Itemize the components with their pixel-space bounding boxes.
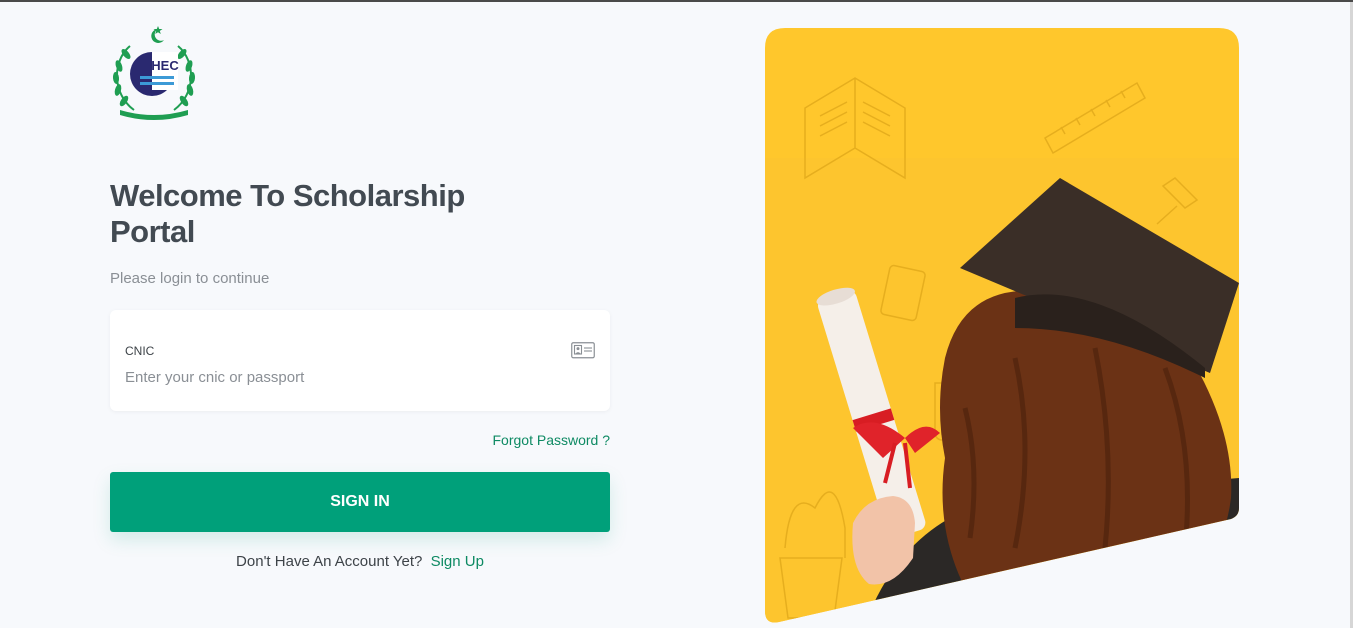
sign-in-button[interactable]: SIGN IN bbox=[110, 472, 610, 532]
sign-up-link[interactable]: Sign Up bbox=[431, 553, 484, 570]
id-card-icon bbox=[571, 342, 595, 359]
hec-logo-icon: HEC bbox=[112, 26, 196, 120]
page-subtitle: Please login to continue bbox=[110, 270, 270, 287]
signup-prompt: Don't Have An Account Yet? Sign Up bbox=[110, 553, 610, 570]
login-panel: HEC Welcome To Scholarship Portal Please… bbox=[110, 2, 610, 628]
hero-illustration bbox=[765, 28, 1239, 623]
svg-text:HEC: HEC bbox=[151, 58, 179, 73]
cnic-field-card: CNIC bbox=[110, 310, 610, 411]
cnic-input[interactable] bbox=[125, 365, 565, 389]
no-account-text: Don't Have An Account Yet? bbox=[236, 553, 423, 570]
page-title: Welcome To Scholarship Portal bbox=[110, 178, 465, 249]
cnic-label: CNIC bbox=[125, 344, 155, 358]
forgot-password-link[interactable]: Forgot Password ? bbox=[493, 432, 611, 448]
